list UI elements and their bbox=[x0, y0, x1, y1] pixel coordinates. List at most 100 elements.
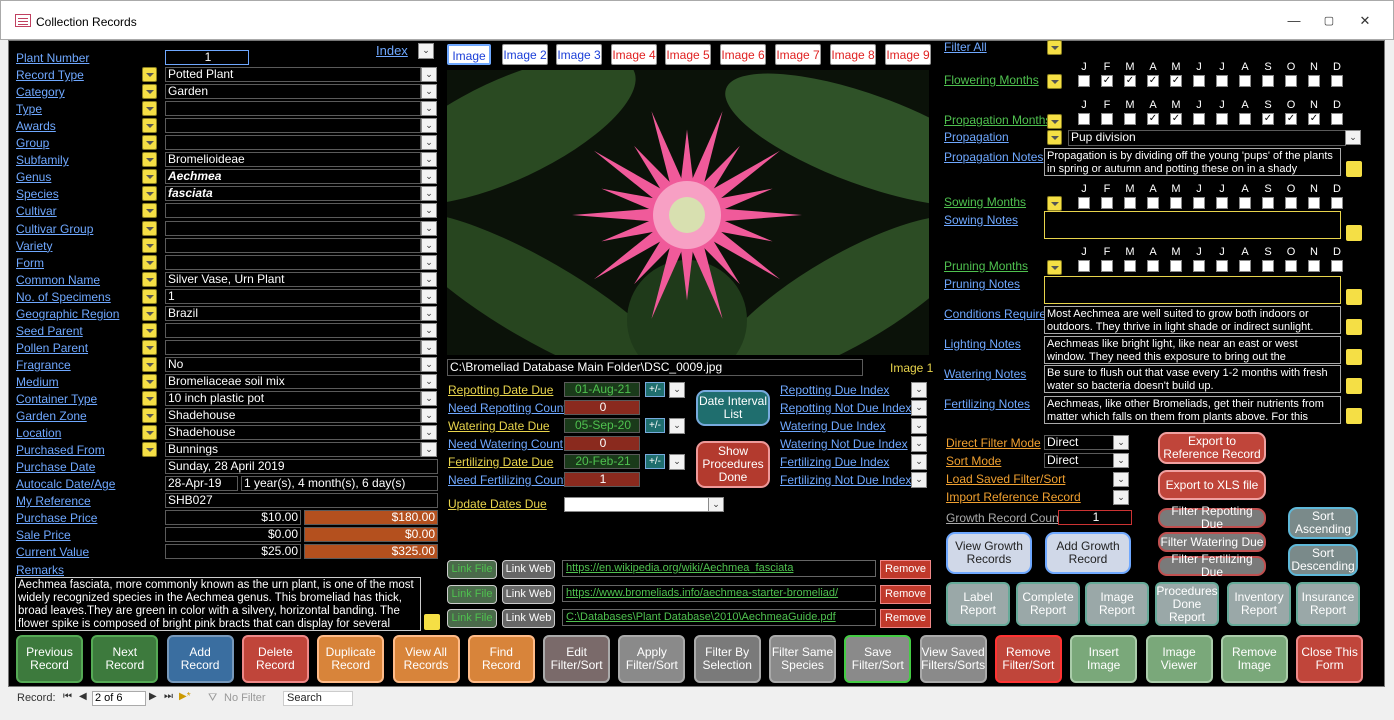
chevron-down-icon[interactable]: ⌄ bbox=[421, 339, 437, 355]
chevron-down-icon[interactable]: ⌄ bbox=[421, 305, 437, 321]
load-saved-filter-sort-link[interactable]: Load Saved Filter/Sort bbox=[946, 472, 1065, 486]
species-field[interactable]: fasciata bbox=[165, 186, 421, 202]
image-path-field[interactable]: C:\Bromeliad Database Main Folder\DSC_00… bbox=[447, 359, 863, 376]
fertilizing-due-index-link[interactable]: Fertilizing Due Index bbox=[780, 455, 889, 469]
filter-fertilizing-due-button[interactable]: Filter Fertilizing Due bbox=[1158, 553, 1266, 579]
category-field[interactable]: Garden bbox=[165, 84, 421, 100]
chevron-down-icon[interactable]: ⌄ bbox=[421, 118, 437, 134]
lighting-notes-zoom-button[interactable] bbox=[1346, 349, 1362, 365]
purchased-from-label[interactable]: Purchased From bbox=[16, 443, 105, 457]
location-field[interactable]: Shadehouse bbox=[165, 425, 421, 441]
location-label[interactable]: Location bbox=[16, 426, 61, 440]
propagation-months-month-checkbox[interactable]: ✓ bbox=[1147, 113, 1159, 125]
remarks-field[interactable]: Aechmea fasciata, more commonly known as… bbox=[15, 577, 421, 631]
remarks-zoom-button[interactable] bbox=[424, 614, 440, 630]
subfamily-field[interactable]: Bromelioideae bbox=[165, 152, 421, 168]
chevron-down-icon[interactable]: ⌄ bbox=[421, 442, 437, 458]
propagation-months-label[interactable]: Propagation Months bbox=[944, 113, 1051, 127]
insert-image-button[interactable]: Insert Image bbox=[1070, 635, 1138, 683]
fertilizing-not-due-index-link[interactable]: Fertilizing Not Due Index bbox=[780, 473, 911, 487]
form-field[interactable] bbox=[165, 254, 421, 270]
chevron-down-icon[interactable]: ⌄ bbox=[911, 454, 927, 470]
pruning-months-month-checkbox[interactable] bbox=[1078, 260, 1090, 272]
pruning-months-month-checkbox[interactable] bbox=[1170, 260, 1182, 272]
chevron-down-icon[interactable]: ⌄ bbox=[669, 454, 685, 470]
watering-due-index-link[interactable]: Watering Due Index bbox=[780, 419, 886, 433]
fertilizing-notes-field[interactable]: Aechmeas, like other Bromeliads, get the… bbox=[1044, 396, 1341, 424]
sowing-months-month-checkbox[interactable] bbox=[1147, 197, 1159, 209]
filter-by-selection-button[interactable]: Filter By Selection bbox=[693, 635, 761, 683]
link-web-button[interactable]: Link Web bbox=[502, 584, 555, 604]
date-adjust-button[interactable]: +/- bbox=[645, 382, 665, 397]
flowering-label[interactable]: Flowering Months bbox=[944, 73, 1039, 87]
genus-filter-button[interactable] bbox=[142, 169, 157, 185]
link-web-button[interactable]: Link Web bbox=[502, 609, 555, 628]
chevron-down-icon[interactable]: ⌄ bbox=[421, 186, 437, 202]
pruning-months-month-checkbox[interactable] bbox=[1124, 260, 1136, 272]
date-adjust-button[interactable]: +/- bbox=[645, 418, 665, 433]
awards-field[interactable] bbox=[165, 118, 421, 134]
watering-not-due-index-link[interactable]: Watering Not Due Index bbox=[780, 437, 908, 451]
link-file-button[interactable]: Link File bbox=[447, 584, 497, 604]
sowing-notes-field[interactable] bbox=[1044, 211, 1341, 239]
repotting-not-due-index-link[interactable]: Repotting Not Due Index bbox=[780, 401, 911, 415]
variety-label[interactable]: Variety bbox=[16, 239, 52, 253]
chevron-down-icon[interactable]: ⌄ bbox=[421, 356, 437, 372]
flowering-month-checkbox[interactable] bbox=[1285, 75, 1297, 87]
pruning-months-month-checkbox[interactable] bbox=[1331, 260, 1343, 272]
image-viewer-button[interactable]: Image Viewer bbox=[1145, 635, 1213, 683]
cultivar-group-field[interactable] bbox=[165, 220, 421, 236]
flowering-month-checkbox[interactable] bbox=[1308, 75, 1320, 87]
next-record-button[interactable]: Next Record bbox=[91, 635, 159, 683]
my-reference-label[interactable]: My Reference bbox=[16, 494, 91, 508]
chevron-down-icon[interactable]: ⌄ bbox=[421, 237, 437, 253]
propagation-months-month-checkbox[interactable]: ✓ bbox=[1262, 113, 1274, 125]
tab-image-4[interactable]: Image 4 bbox=[611, 44, 657, 65]
propagation-field[interactable]: Pup division bbox=[1068, 130, 1346, 146]
show-procedures-done-button[interactable]: Show Procedures Done bbox=[696, 441, 770, 488]
category-filter-button[interactable] bbox=[142, 84, 157, 100]
propagation-months-month-checkbox[interactable] bbox=[1239, 113, 1251, 125]
fragrance-label[interactable]: Fragrance bbox=[16, 358, 71, 372]
chevron-down-icon[interactable]: ⌄ bbox=[421, 271, 437, 287]
sowing-months-month-checkbox[interactable] bbox=[1331, 197, 1343, 209]
common-name-field[interactable]: Silver Vase, Urn Plant bbox=[165, 271, 421, 287]
cultivar-group-label[interactable]: Cultivar Group bbox=[16, 222, 93, 236]
species-label[interactable]: Species bbox=[16, 187, 59, 201]
chevron-down-icon[interactable]: ⌄ bbox=[669, 418, 685, 434]
view-saved-filters-sorts-button[interactable]: View Saved Filters/Sorts bbox=[919, 635, 987, 683]
sowing-months-month-checkbox[interactable] bbox=[1216, 197, 1228, 209]
no-of-specimens-label[interactable]: No. of Specimens bbox=[16, 290, 111, 304]
procedures-done-report-button[interactable]: Procedures Done Report bbox=[1155, 582, 1219, 626]
common-name-filter-button[interactable] bbox=[142, 271, 157, 287]
record-type-field[interactable]: Potted Plant bbox=[165, 67, 421, 83]
seed-parent-filter-button[interactable] bbox=[142, 322, 157, 338]
remarks-label[interactable]: Remarks bbox=[16, 563, 64, 577]
pruning-months-month-checkbox[interactable] bbox=[1239, 260, 1251, 272]
watering-notes-field[interactable]: Be sure to flush out that vase every 1-2… bbox=[1044, 365, 1341, 393]
link-web-button[interactable]: Link Web bbox=[502, 560, 555, 579]
find-record-button[interactable]: Find Record bbox=[467, 635, 535, 683]
plant-number-label[interactable]: Plant Number bbox=[16, 51, 89, 65]
delete-record-button[interactable]: Delete Record bbox=[241, 635, 309, 683]
flowering-month-checkbox[interactable] bbox=[1078, 75, 1090, 87]
close-window-button[interactable]: ✕ bbox=[1357, 13, 1373, 29]
sowing-notes-zoom-button[interactable] bbox=[1346, 225, 1362, 241]
filter-watering-due-button[interactable]: Filter Watering Due bbox=[1158, 532, 1266, 552]
sale-price-label[interactable]: Sale Price bbox=[16, 528, 71, 542]
flowering-month-checkbox[interactable]: ✓ bbox=[1101, 75, 1113, 87]
species-filter-button[interactable] bbox=[142, 186, 157, 202]
sowing-months-month-checkbox[interactable] bbox=[1262, 197, 1274, 209]
watering-notes-label[interactable]: Watering Notes bbox=[944, 367, 1026, 381]
garden-zone-label[interactable]: Garden Zone bbox=[16, 409, 87, 423]
view-growth-records-button[interactable]: View Growth Records bbox=[946, 532, 1032, 574]
propagation-months-month-checkbox[interactable] bbox=[1193, 113, 1205, 125]
repotting-date-due-field[interactable]: 01-Aug-21 bbox=[564, 382, 640, 397]
pruning-months-month-checkbox[interactable] bbox=[1193, 260, 1205, 272]
flowering-month-checkbox[interactable]: ✓ bbox=[1147, 75, 1159, 87]
chevron-down-icon[interactable]: ⌄ bbox=[421, 203, 437, 219]
common-name-label[interactable]: Common Name bbox=[16, 273, 100, 287]
add-record-button[interactable]: Add Record bbox=[166, 635, 234, 683]
flowering-month-checkbox[interactable]: ✓ bbox=[1170, 75, 1182, 87]
fertilizing-notes-label[interactable]: Fertilizing Notes bbox=[944, 397, 1030, 411]
